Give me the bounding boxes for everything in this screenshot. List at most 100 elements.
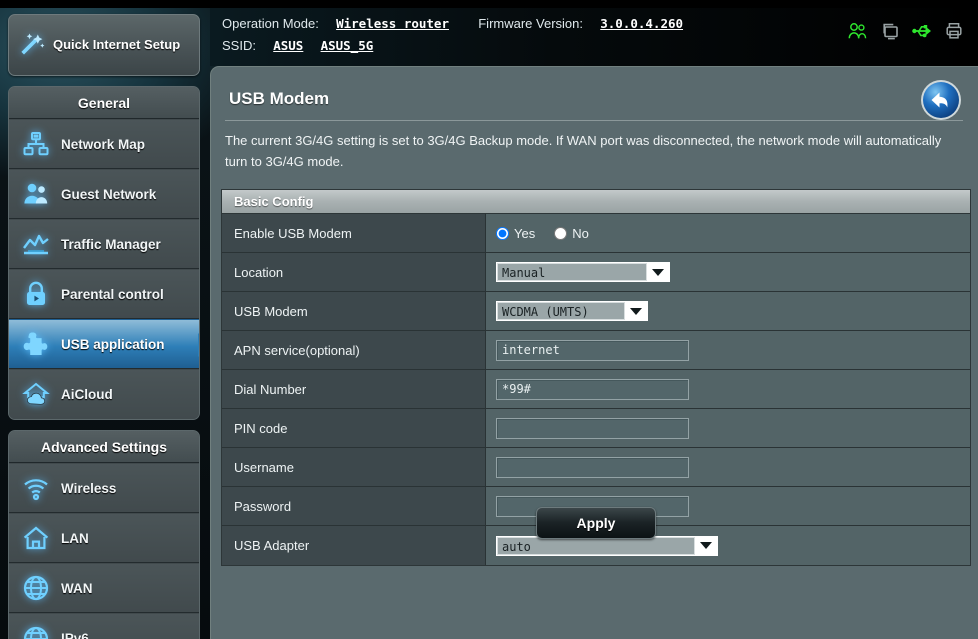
ssid-line: SSID: ASUS ASUS_5G: [222, 38, 373, 53]
magic-wand-icon: [17, 30, 47, 60]
sidebar-item-label: IPv6: [61, 631, 89, 639]
wireless-icon: [21, 473, 51, 503]
header-status-icons: [848, 22, 962, 40]
network-monitor-icon[interactable]: [880, 22, 899, 40]
sidebar-item-label: WAN: [61, 580, 93, 596]
nav-group-general-title: General: [9, 87, 199, 119]
guest-network-icon: [21, 179, 51, 209]
chevron-down-icon: [647, 263, 669, 281]
sidebar-item-wireless[interactable]: Wireless: [9, 463, 199, 513]
quick-internet-setup-button[interactable]: Quick Internet Setup: [8, 14, 200, 76]
row-value: [486, 409, 970, 447]
sidebar-item-guest-network[interactable]: Guest Network: [9, 169, 199, 219]
row-pin-code: PIN code: [222, 409, 970, 448]
row-value: Yes No: [486, 214, 970, 252]
back-button[interactable]: Back: [920, 79, 962, 121]
sidebar-item-label: LAN: [61, 530, 89, 546]
nav-group-general: General Network Map Guest Network Traffi…: [8, 86, 200, 420]
sidebar-item-usb-application[interactable]: USB application: [9, 319, 199, 369]
window-top-strip: [0, 0, 978, 8]
row-label: Dial Number: [222, 370, 486, 408]
sidebar-item-network-map[interactable]: Network Map: [9, 119, 199, 169]
parental-control-icon: [21, 279, 51, 309]
traffic-manager-icon: [21, 229, 51, 259]
lan-icon: [21, 523, 51, 553]
usb-adapter-select-value: auto: [497, 536, 695, 555]
row-enable-usb-modem: Enable USB Modem Yes No: [222, 214, 970, 253]
enable-usb-modem-yes-label: Yes: [514, 225, 536, 241]
sidebar-item-parental-control[interactable]: Parental control: [9, 269, 199, 319]
row-location: Location Manual: [222, 253, 970, 292]
aicloud-icon: [21, 380, 51, 410]
sidebar-item-wan[interactable]: WAN: [9, 563, 199, 613]
row-dial-number: Dial Number: [222, 370, 970, 409]
enable-usb-modem-no-radio[interactable]: [554, 226, 568, 240]
location-select-value: Manual: [497, 263, 647, 281]
apply-button[interactable]: Apply: [536, 507, 656, 539]
page-description: The current 3G/4G setting is set to 3G/4…: [225, 133, 942, 169]
chevron-down-icon: [625, 302, 647, 320]
row-label: APN service(optional): [222, 331, 486, 369]
ipv6-icon: [21, 624, 51, 639]
usb-modem-select-value: WCDMA (UMTS): [497, 302, 625, 320]
status-header: Operation Mode: Wireless router Firmware…: [210, 8, 978, 66]
row-label: Enable USB Modem: [222, 214, 486, 252]
row-label: PIN code: [222, 409, 486, 447]
firmware-value[interactable]: 3.0.0.4.260: [600, 16, 683, 31]
row-username: Username: [222, 448, 970, 487]
printer-icon[interactable]: [946, 22, 962, 40]
row-usb-modem: USB Modem WCDMA (UMTS): [222, 292, 970, 331]
title-divider: [225, 120, 963, 121]
usb-modem-select[interactable]: WCDMA (UMTS): [496, 301, 648, 321]
operation-mode-line: Operation Mode: Wireless router Firmware…: [222, 16, 683, 31]
sidebar-item-label: Network Map: [61, 136, 146, 152]
dial-number-input[interactable]: [496, 378, 689, 400]
quick-internet-setup-label: Quick Internet Setup: [53, 37, 181, 52]
sidebar-item-traffic-manager[interactable]: Traffic Manager: [9, 219, 199, 269]
sidebar-item-label: Parental control: [61, 286, 164, 302]
basic-config-title: Basic Config: [222, 190, 970, 214]
network-map-icon: [21, 129, 51, 159]
wan-icon: [21, 573, 51, 603]
username-input[interactable]: [496, 456, 689, 478]
row-value: [486, 448, 970, 486]
clients-users-icon[interactable]: [848, 22, 867, 40]
apn-service-input[interactable]: [496, 339, 689, 361]
ssid-value-5g[interactable]: ASUS_5G: [321, 38, 374, 53]
nav-group-advanced-title: Advanced Settings: [9, 431, 199, 463]
pin-code-input[interactable]: [496, 417, 689, 439]
location-select[interactable]: Manual: [496, 262, 670, 282]
usb-icon[interactable]: [912, 22, 933, 40]
operation-mode-label: Operation Mode:: [222, 16, 319, 31]
main-panel: USB Modem Back The current 3G/4G setting…: [210, 66, 978, 639]
row-label: Location: [222, 253, 486, 291]
sidebar-item-label: USB application: [61, 336, 165, 352]
sidebar-item-aicloud[interactable]: AiCloud: [9, 369, 199, 419]
firmware-label: Firmware Version:: [478, 16, 583, 31]
sidebar-item-ipv6[interactable]: IPv6: [9, 613, 199, 639]
nav-group-advanced: Advanced Settings Wireless LAN WAN IPv6: [8, 430, 200, 639]
router-admin-page: Operation Mode: Wireless router Firmware…: [0, 0, 978, 639]
row-value: [486, 370, 970, 408]
row-value: WCDMA (UMTS): [486, 292, 970, 330]
usb-application-icon: [21, 329, 51, 359]
sidebar-item-label: Guest Network: [61, 186, 157, 202]
sidebar-item-label: Wireless: [61, 480, 117, 496]
chevron-down-icon: [695, 536, 717, 555]
ssid-label: SSID:: [222, 38, 256, 53]
page-title: USB Modem: [229, 89, 330, 108]
enable-usb-modem-radio-group: Yes No: [496, 226, 589, 241]
sidebar-item-lan[interactable]: LAN: [9, 513, 199, 563]
row-value: [486, 331, 970, 369]
enable-usb-modem-yes-radio[interactable]: [496, 226, 509, 240]
enable-usb-modem-no-label: No: [572, 225, 589, 241]
row-value: Manual: [486, 253, 970, 291]
row-label: Username: [222, 448, 486, 486]
apply-button-container: Apply: [221, 507, 971, 539]
operation-mode-value[interactable]: Wireless router: [336, 16, 449, 31]
row-label: USB Modem: [222, 292, 486, 330]
row-apn-service: APN service(optional): [222, 331, 970, 370]
sidebar-item-label: Traffic Manager: [61, 236, 161, 252]
ssid-value-24g[interactable]: ASUS: [273, 38, 303, 53]
sidebar-item-label: AiCloud: [61, 387, 113, 402]
